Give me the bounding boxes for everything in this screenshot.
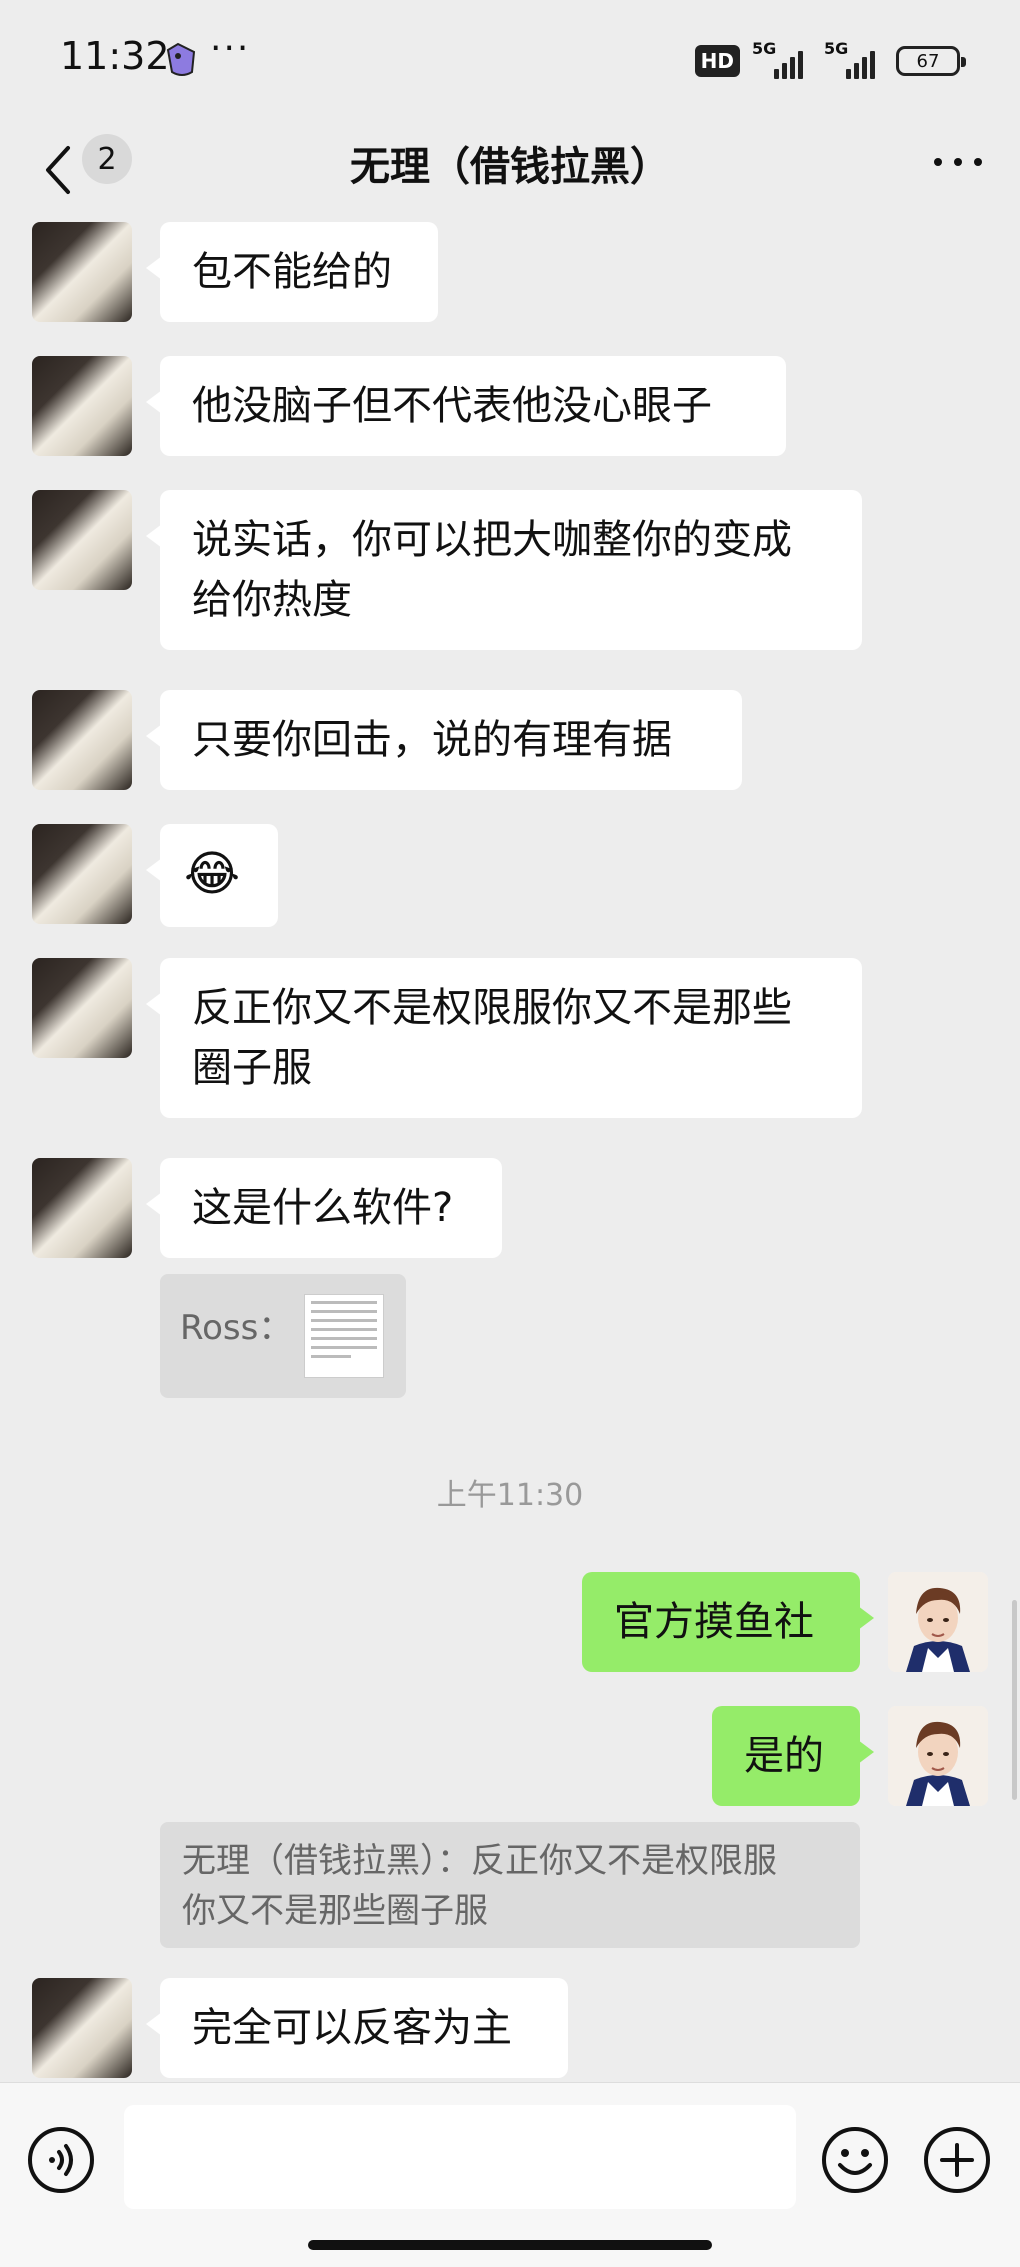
quote-line: 无理（借钱拉黑）：反正你又不是权限服 [182,1841,777,1881]
message-list[interactable]: 包不能给的 他没脑子但不代表他没心眼子 说实话，你可以把大咖整你的变成 给你热度… [0,220,1020,2080]
chat-title: 无理（借钱拉黑） [350,144,670,190]
contact-avatar[interactable] [32,1158,132,1258]
message-timestamp: 上午11:30 [436,1478,584,1513]
message-bubble-sent[interactable]: 是的 [712,1706,874,1806]
document-thumbnail[interactable] [304,1294,384,1378]
message-text: 完全可以反客为主 [192,2005,512,2051]
message-text: 是的 [744,1733,824,1779]
message-text: 包不能给的 [192,249,392,295]
message-input[interactable] [124,2105,796,2209]
quoted-reply[interactable]: 无理（借钱拉黑）：反正你又不是权限服 你又不是那些圈子服 [160,1822,860,1948]
self-avatar[interactable] [888,1706,988,1806]
quote-line: 你又不是那些圈子服 [182,1891,488,1931]
message-bubble-received[interactable]: 反正你又不是权限服你又不是那些 圈子服 [146,958,862,1118]
self-avatar[interactable] [888,1572,988,1672]
message-text: 官方摸鱼社 [614,1599,814,1645]
more-dots-icon[interactable] [934,158,982,166]
message-text: 这是什么软件? [192,1185,454,1231]
app-notification-icon [166,42,196,76]
signal-5g-1-icon: 5G [752,39,812,79]
contact-avatar[interactable] [32,490,132,590]
home-indicator[interactable] [308,2240,712,2250]
message-text: 只要你回击，说的有理有据 [192,717,672,763]
message-bubble-received[interactable]: 说实话，你可以把大咖整你的变成 给你热度 [146,490,862,650]
message-text: 他没脑子但不代表他没心眼子 [192,383,712,429]
status-more-indicator: ··· [210,28,251,69]
chat-header: 2 无理（借钱拉黑） [0,120,1020,220]
contact-avatar[interactable] [32,222,132,322]
message-bubble-sent[interactable]: 官方摸鱼社 [582,1572,874,1672]
message-bubble-received[interactable]: 他没脑子但不代表他没心眼子 [146,356,786,456]
hd-badge: HD [694,45,740,77]
message-text-line: 给你热度 [192,577,352,623]
emoji-smile-icon[interactable] [820,2125,890,2195]
voice-icon[interactable] [26,2125,96,2195]
message-bubble-received[interactable]: 😂 [146,824,278,927]
tears-of-joy-emoji: 😂 [184,846,241,902]
message-text-line: 反正你又不是权限服你又不是那些 [192,985,792,1031]
contact-avatar[interactable] [32,958,132,1058]
message-text-line: 说实话，你可以把大咖整你的变成 [192,517,792,563]
status-time: 11:32 [60,34,170,78]
status-right-group: HD 5G 5G 67 [694,39,966,82]
contact-avatar[interactable] [32,1978,132,2078]
contact-avatar[interactable] [32,824,132,924]
battery-icon: 67 [896,46,966,76]
message-text-line: 圈子服 [192,1045,312,1091]
quote-author: Ross： [180,1308,293,1348]
message-bubble-received[interactable]: 完全可以反客为主 [146,1978,568,2078]
contact-avatar[interactable] [32,356,132,456]
scrollbar-thumb[interactable] [1012,1600,1017,1800]
status-bar: 11:32 ··· HD 5G 5G 67 [0,0,1020,120]
signal-5g-2-icon: 5G [824,39,884,79]
message-bubble-received[interactable]: 只要你回击，说的有理有据 [146,690,742,790]
contact-avatar[interactable] [32,690,132,790]
network-label-2: 5G [824,39,849,58]
quoted-document[interactable]: Ross： [160,1274,406,1398]
network-label-1: 5G [752,39,777,58]
plus-circle-icon[interactable] [922,2125,992,2195]
battery-level: 67 [916,50,940,72]
message-bubble-received[interactable]: 这是什么软件? [146,1158,502,1258]
message-bubble-received[interactable]: 包不能给的 [146,222,438,322]
